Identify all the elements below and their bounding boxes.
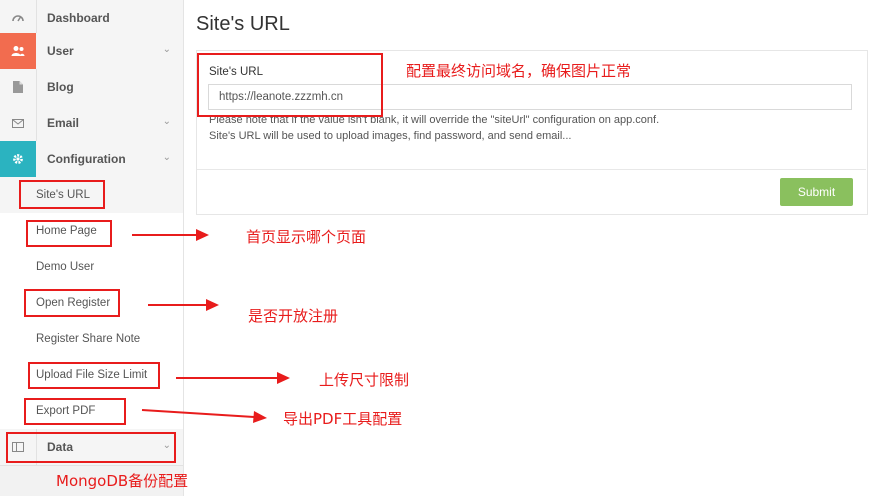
annotation-text-upload-limit: 上传尺寸限制 [319,371,410,389]
annotation-text-export-pdf: 导出PDF工具配置 [283,410,403,428]
arrow-icon [132,229,290,423]
annotation-text-home-page: 首页显示哪个页面 [246,228,367,246]
annotation-text-site-url: 配置最终访问域名，确保图片正常 [406,62,632,80]
annotation-text-mongodb: MongoDB备份配置 [56,472,189,490]
annotation-text-open-register: 是否开放注册 [248,307,339,325]
